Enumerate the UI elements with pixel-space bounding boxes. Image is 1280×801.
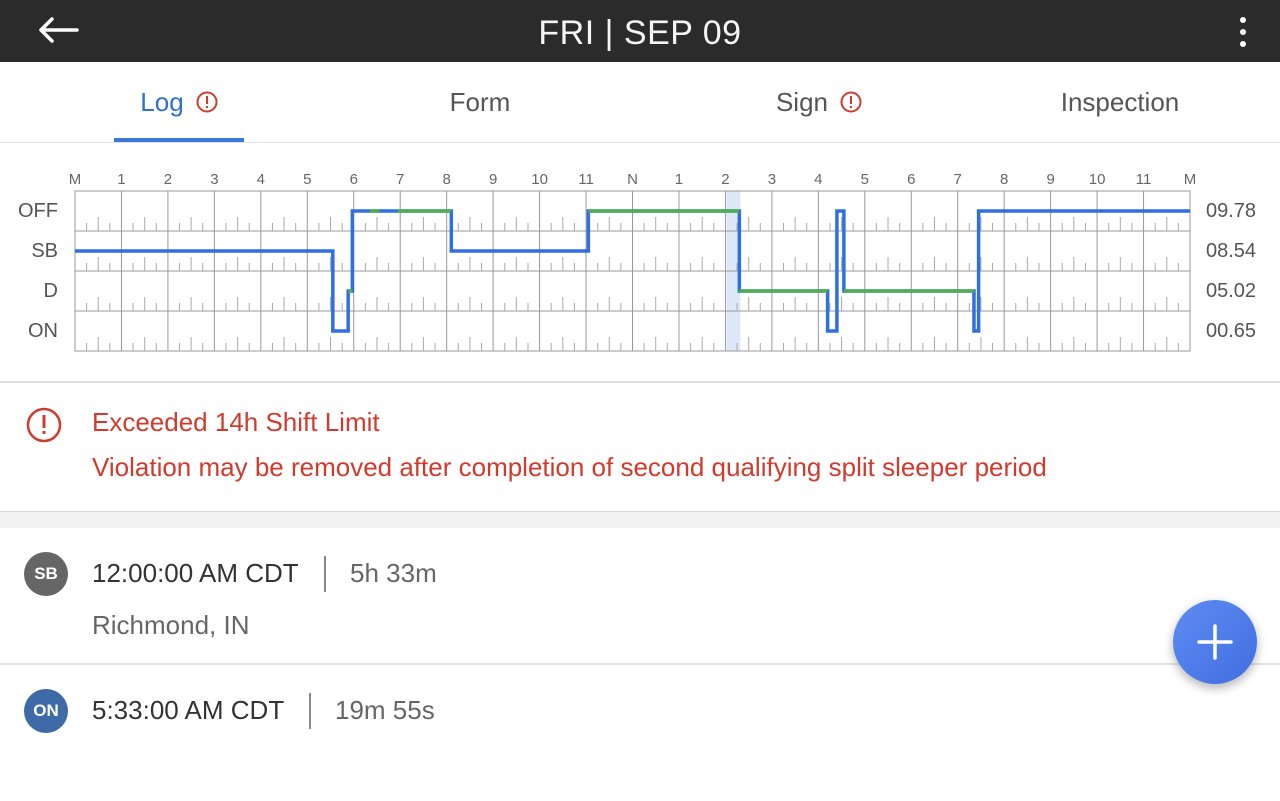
hour-tick-label: 10 [1089,171,1106,188]
hour-tick-label: 8 [1000,171,1008,188]
hour-tick-label: 9 [1046,171,1054,188]
status-total: 05.02 [1206,280,1256,302]
status-row-label: OFF [18,200,58,222]
list-item[interactable]: SB 12:00:00 AM CDT 5h 33m Richmond, IN [0,528,1280,664]
event-time: 12:00:00 AM CDT [92,558,299,588]
hour-tick-label: 5 [861,171,869,188]
event-time: 5:33:00 AM CDT [92,695,285,725]
status-row-label: D [44,280,58,302]
hour-tick-label: N [627,171,638,188]
hour-tick-label: 9 [489,171,497,188]
status-badge: ON [24,689,68,733]
more-vert-icon [1240,17,1246,23]
violation-banner: Exceeded 14h Shift Limit Violation may b… [0,383,1280,511]
hour-tick-label: 1 [117,171,125,188]
more-menu-button[interactable] [1228,10,1258,54]
active-tab-indicator [114,138,244,142]
event-location: Richmond, IN [92,610,250,640]
hour-tick-label: 11 [578,171,594,188]
tab-log[interactable]: Log [19,62,339,142]
event-duration: 19m 55s [335,695,435,725]
list-item[interactable]: ON 5:33:00 AM CDT 19m 55s [0,665,1280,801]
hour-tick-label: M [69,171,82,188]
status-total: 00.65 [1206,320,1256,342]
tab-sign-label: Sign [775,86,829,117]
page-title: FRI | SEP 09 [538,14,742,52]
hour-tick-label: 8 [442,171,450,188]
tab-form-label: Form [449,86,511,117]
section-spacer [0,511,1280,529]
divider [324,556,326,592]
hour-tick-label: 4 [257,171,265,188]
status-row-label: ON [28,320,58,342]
status-total: 08.54 [1206,240,1256,262]
plus-icon [1197,624,1233,660]
hour-tick-label: M [1184,171,1197,188]
violation-message: Violation may be removed after completio… [92,452,1047,482]
tab-bar: Log Form Sign Inspection [0,62,1280,143]
event-duration: 5h 33m [350,558,437,588]
tab-inspection-label: Inspection [1060,86,1180,117]
divider [309,693,311,729]
tab-sign[interactable]: Sign [659,62,979,142]
tab-inspection[interactable]: Inspection [960,62,1280,142]
hour-tick-label: 6 [350,171,358,188]
alert-circle-icon [840,91,862,113]
add-event-button[interactable] [1173,600,1257,684]
hour-tick-label: 4 [814,171,822,188]
log-graph[interactable]: M 1 2 3 4 5 6 7 8 9 10 11 N 1 2 3 4 5 6 7 8 9 10 11 M OFF SB D ON 09.… [0,143,1280,381]
violation-title: Exceeded 14h Shift Limit [92,407,380,437]
hour-tick-label: 1 [675,171,683,188]
alert-circle-icon [196,91,218,113]
tab-form[interactable]: Form [320,62,640,142]
log-graph-svg: M 1 2 3 4 5 6 7 8 9 10 11 N 1 2 3 4 5 6 7 8 9 10 11 M OFF SB D ON 09.… [18,171,1256,352]
app-bar: FRI | SEP 09 [0,0,1280,62]
hour-tick-label: 7 [954,171,962,188]
hour-tick-label: 5 [303,171,311,188]
hour-tick-label: 2 [721,171,729,188]
hour-tick-label: 3 [210,171,218,188]
hour-tick-label: 10 [531,171,548,188]
status-row-label: SB [31,240,58,262]
hour-tick-label: 2 [164,171,172,188]
status-total: 09.78 [1206,200,1256,222]
hour-tick-label: 6 [907,171,915,188]
tab-log-label: Log [140,86,184,117]
hour-tick-label: 11 [1136,171,1152,188]
status-badge: SB [24,552,68,596]
hour-tick-label: 3 [768,171,776,188]
alert-circle-icon [26,407,62,443]
hour-tick-label: 7 [396,171,404,188]
